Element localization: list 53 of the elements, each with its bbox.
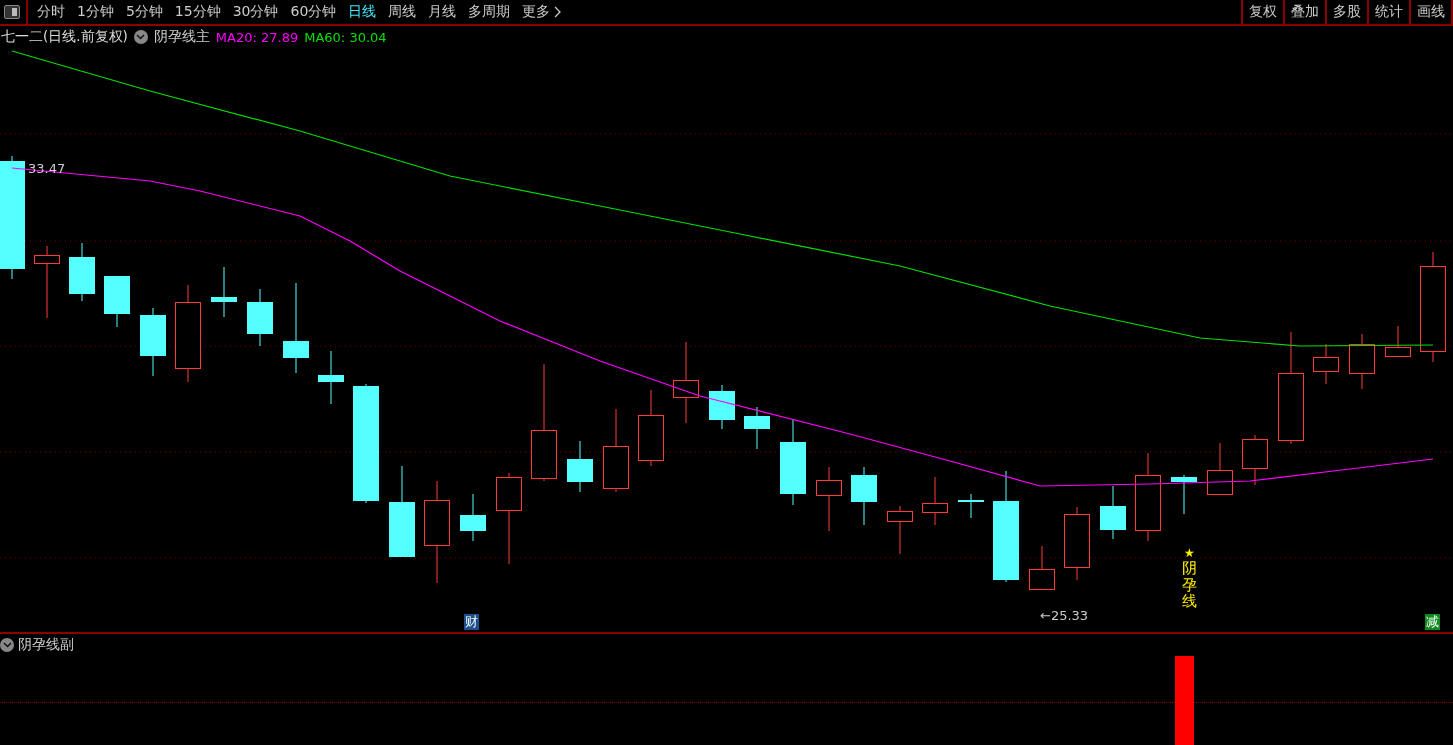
candlestick	[1385, 325, 1411, 358]
candlestick	[744, 406, 770, 450]
candlestick	[1349, 333, 1375, 390]
candlestick	[247, 288, 273, 347]
indicator-name[interactable]: 阴孕线主	[153, 28, 210, 46]
toolbar-button[interactable]: 复权	[1241, 0, 1283, 24]
period-tab[interactable]: 5分钟	[120, 3, 168, 21]
period-tab[interactable]: 日线	[343, 3, 382, 21]
candlestick	[851, 466, 877, 526]
candlestick	[318, 350, 344, 405]
candlestick	[1171, 474, 1197, 515]
candlestick	[1313, 343, 1339, 385]
period-tab[interactable]: 多周期	[463, 3, 516, 21]
candlestick	[211, 266, 237, 318]
toolbar-button[interactable]: 统计	[1367, 0, 1409, 24]
period-tab[interactable]: 60分钟	[285, 3, 342, 21]
star-icon: ★	[1184, 546, 1195, 560]
candlestick	[958, 493, 984, 519]
panel-toggle-icon[interactable]	[4, 5, 20, 19]
indicator-name[interactable]: 阴孕线副	[18, 636, 74, 654]
event-badge[interactable]: 减	[1425, 614, 1440, 630]
dropdown-icon[interactable]	[133, 30, 148, 44]
period-tab[interactable]: 30分钟	[227, 3, 284, 21]
candlestick	[816, 466, 842, 532]
period-tab[interactable]: 周线	[383, 3, 422, 21]
toolbar-button[interactable]: 画线	[1409, 0, 1453, 24]
candlestick	[1242, 434, 1268, 486]
candlestick	[140, 307, 166, 377]
candlestick	[567, 440, 593, 493]
candlestick	[1029, 545, 1055, 591]
candlestick	[709, 384, 735, 430]
event-badge[interactable]: 财	[464, 614, 479, 630]
candlestick	[104, 275, 130, 328]
signal-label: 阴孕线	[1182, 560, 1197, 610]
candlestick	[1100, 485, 1126, 540]
toolbar-button[interactable]: 叠加	[1283, 0, 1325, 24]
more-button[interactable]: 更多	[517, 3, 567, 21]
chart-title: 七一二(日线.前复权)	[1, 28, 128, 46]
period-tab[interactable]: 1分钟	[72, 3, 119, 21]
chevron-right-icon	[554, 6, 562, 18]
toolbar-button[interactable]: 多股	[1325, 0, 1367, 24]
low-price-label: ←25.33	[1040, 608, 1089, 623]
period-tab[interactable]: 分时	[32, 3, 70, 21]
moving-average-value: MA60: 30.04	[304, 29, 387, 45]
period-tab[interactable]: 月线	[423, 3, 462, 21]
candlestick	[460, 493, 486, 542]
candlestick	[887, 505, 913, 555]
candlestick	[1207, 442, 1233, 496]
candlestick	[69, 242, 95, 302]
dropdown-icon[interactable]	[0, 638, 14, 652]
period-tab[interactable]: 15分钟	[169, 3, 226, 21]
moving-average-value: MA20: 27.89	[215, 29, 299, 45]
candlestick	[922, 476, 948, 526]
